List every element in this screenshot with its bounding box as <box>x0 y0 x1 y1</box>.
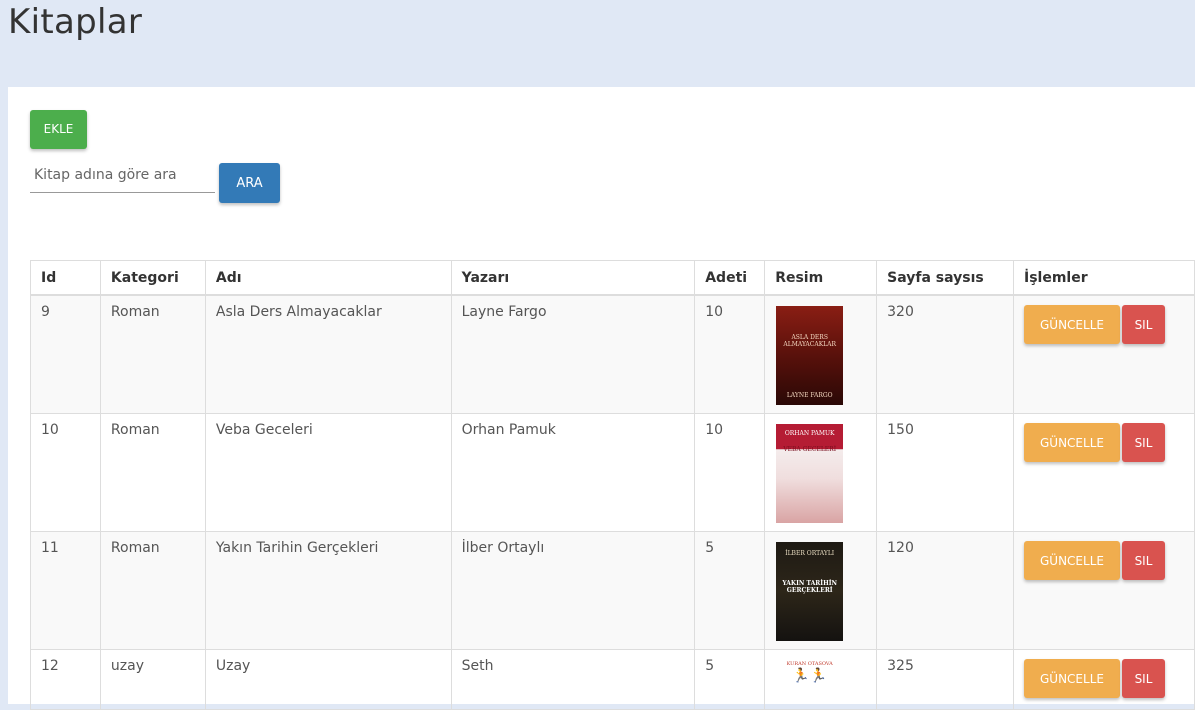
cell-image: ASLA DERS ALMAYACAKLAR LAYNE FARGO <box>764 294 878 414</box>
cover-title-text: ASLA DERS ALMAYACAKLAR <box>783 334 837 348</box>
cell-actions: GÜNCELLE SIL <box>1012 530 1195 650</box>
header-author: Yazarı <box>450 260 696 296</box>
cell-name: Uzay <box>204 648 452 710</box>
cell-id: 10 <box>30 412 101 532</box>
cover-title-text: İLBER ORTAYLI <box>785 549 835 557</box>
cell-name: Asla Ders Almayacaklar <box>204 294 452 414</box>
cell-count: 5 <box>694 648 766 710</box>
cover-author-text: YAKIN TARİHİN GERÇEKLERİ <box>782 579 838 594</box>
header-pages: Sayfa saysıs <box>876 260 1014 296</box>
header-count: Adeti <box>694 260 766 296</box>
search-input[interactable] <box>30 157 215 193</box>
header-name: Adı <box>204 260 452 296</box>
header-image: Resim <box>764 260 878 296</box>
cell-category: Roman <box>99 530 206 650</box>
table-header-row: Id Kategori Adı Yazarı Adeti Resim Sayfa… <box>30 260 1195 296</box>
running-figures-icon: 🏃🏃 <box>792 667 828 684</box>
cell-count: 5 <box>694 530 766 650</box>
header-actions: İşlemler <box>1012 260 1195 296</box>
cell-actions: GÜNCELLE SIL <box>1012 294 1195 414</box>
update-button[interactable]: GÜNCELLE <box>1023 540 1120 580</box>
page-title: Kitaplar <box>8 2 143 42</box>
cell-image: KURAN OTASOVA 🏃🏃 <box>764 648 878 710</box>
cell-author: İlber Ortaylı <box>450 530 696 650</box>
book-cover-image: İLBER ORTAYLI YAKIN TARİHİN GERÇEKLERİ <box>776 541 844 641</box>
cell-author: Layne Fargo <box>450 294 696 414</box>
book-cover-image: KURAN OTASOVA 🏃🏃 <box>776 659 844 688</box>
search-button[interactable]: ARA <box>219 163 280 203</box>
cell-name: Veba Geceleri <box>204 412 452 532</box>
cell-id: 9 <box>30 294 101 414</box>
header-id: Id <box>30 260 101 296</box>
cell-count: 10 <box>694 412 766 532</box>
cell-image: İLBER ORTAYLI YAKIN TARİHİN GERÇEKLERİ <box>764 530 878 650</box>
cell-id: 11 <box>30 530 101 650</box>
cover-author-text: LAYNE FARGO <box>786 392 833 399</box>
add-button[interactable]: EKLE <box>30 110 87 149</box>
update-button[interactable]: GÜNCELLE <box>1023 305 1120 344</box>
cell-category: Roman <box>99 294 206 414</box>
table-row: 10 Roman Veba Geceleri Orhan Pamuk 10 OR… <box>30 412 1195 532</box>
content-panel: EKLE ARA Id Kategori Adı Yazarı Adeti Re… <box>8 87 1195 710</box>
cell-category: Roman <box>99 412 206 532</box>
cell-author: Orhan Pamuk <box>450 412 696 532</box>
table-row: 12 uzay Uzay Seth 5 KURAN OTASOVA 🏃🏃 325… <box>30 648 1195 710</box>
update-button[interactable]: GÜNCELLE <box>1023 422 1120 462</box>
delete-button[interactable]: SIL <box>1121 422 1165 462</box>
cell-category: uzay <box>99 648 206 710</box>
header-category: Kategori <box>99 260 206 296</box>
delete-button[interactable]: SIL <box>1121 540 1165 580</box>
cell-actions: GÜNCELLE SIL <box>1012 412 1195 532</box>
cell-count: 10 <box>694 294 766 414</box>
delete-button[interactable]: SIL <box>1121 658 1165 698</box>
update-button[interactable]: GÜNCELLE <box>1023 658 1120 698</box>
cover-author-text: VEBA GECELERİ <box>783 445 837 453</box>
cell-pages: 120 <box>876 530 1014 650</box>
cell-id: 12 <box>30 648 101 710</box>
book-cover-image: ORHAN PAMUK VEBA GECELERİ <box>776 423 844 523</box>
cell-pages: 150 <box>876 412 1014 532</box>
cell-image: ORHAN PAMUK VEBA GECELERİ <box>764 412 878 532</box>
cover-title-text: KURAN OTASOVA <box>786 660 833 667</box>
cell-author: Seth <box>450 648 696 710</box>
cell-pages: 320 <box>876 294 1014 414</box>
books-table: Id Kategori Adı Yazarı Adeti Resim Sayfa… <box>30 260 1195 710</box>
table-row: 11 Roman Yakın Tarihin Gerçekleri İlber … <box>30 530 1195 650</box>
cell-name: Yakın Tarihin Gerçekleri <box>204 530 452 650</box>
table-row: 9 Roman Asla Ders Almayacaklar Layne Far… <box>30 294 1195 414</box>
cover-title-text: ORHAN PAMUK <box>784 429 835 437</box>
delete-button[interactable]: SIL <box>1121 305 1165 344</box>
cell-actions: GÜNCELLE SIL <box>1012 648 1195 710</box>
cell-pages: 325 <box>876 648 1014 710</box>
book-cover-image: ASLA DERS ALMAYACAKLAR LAYNE FARGO <box>776 306 844 405</box>
